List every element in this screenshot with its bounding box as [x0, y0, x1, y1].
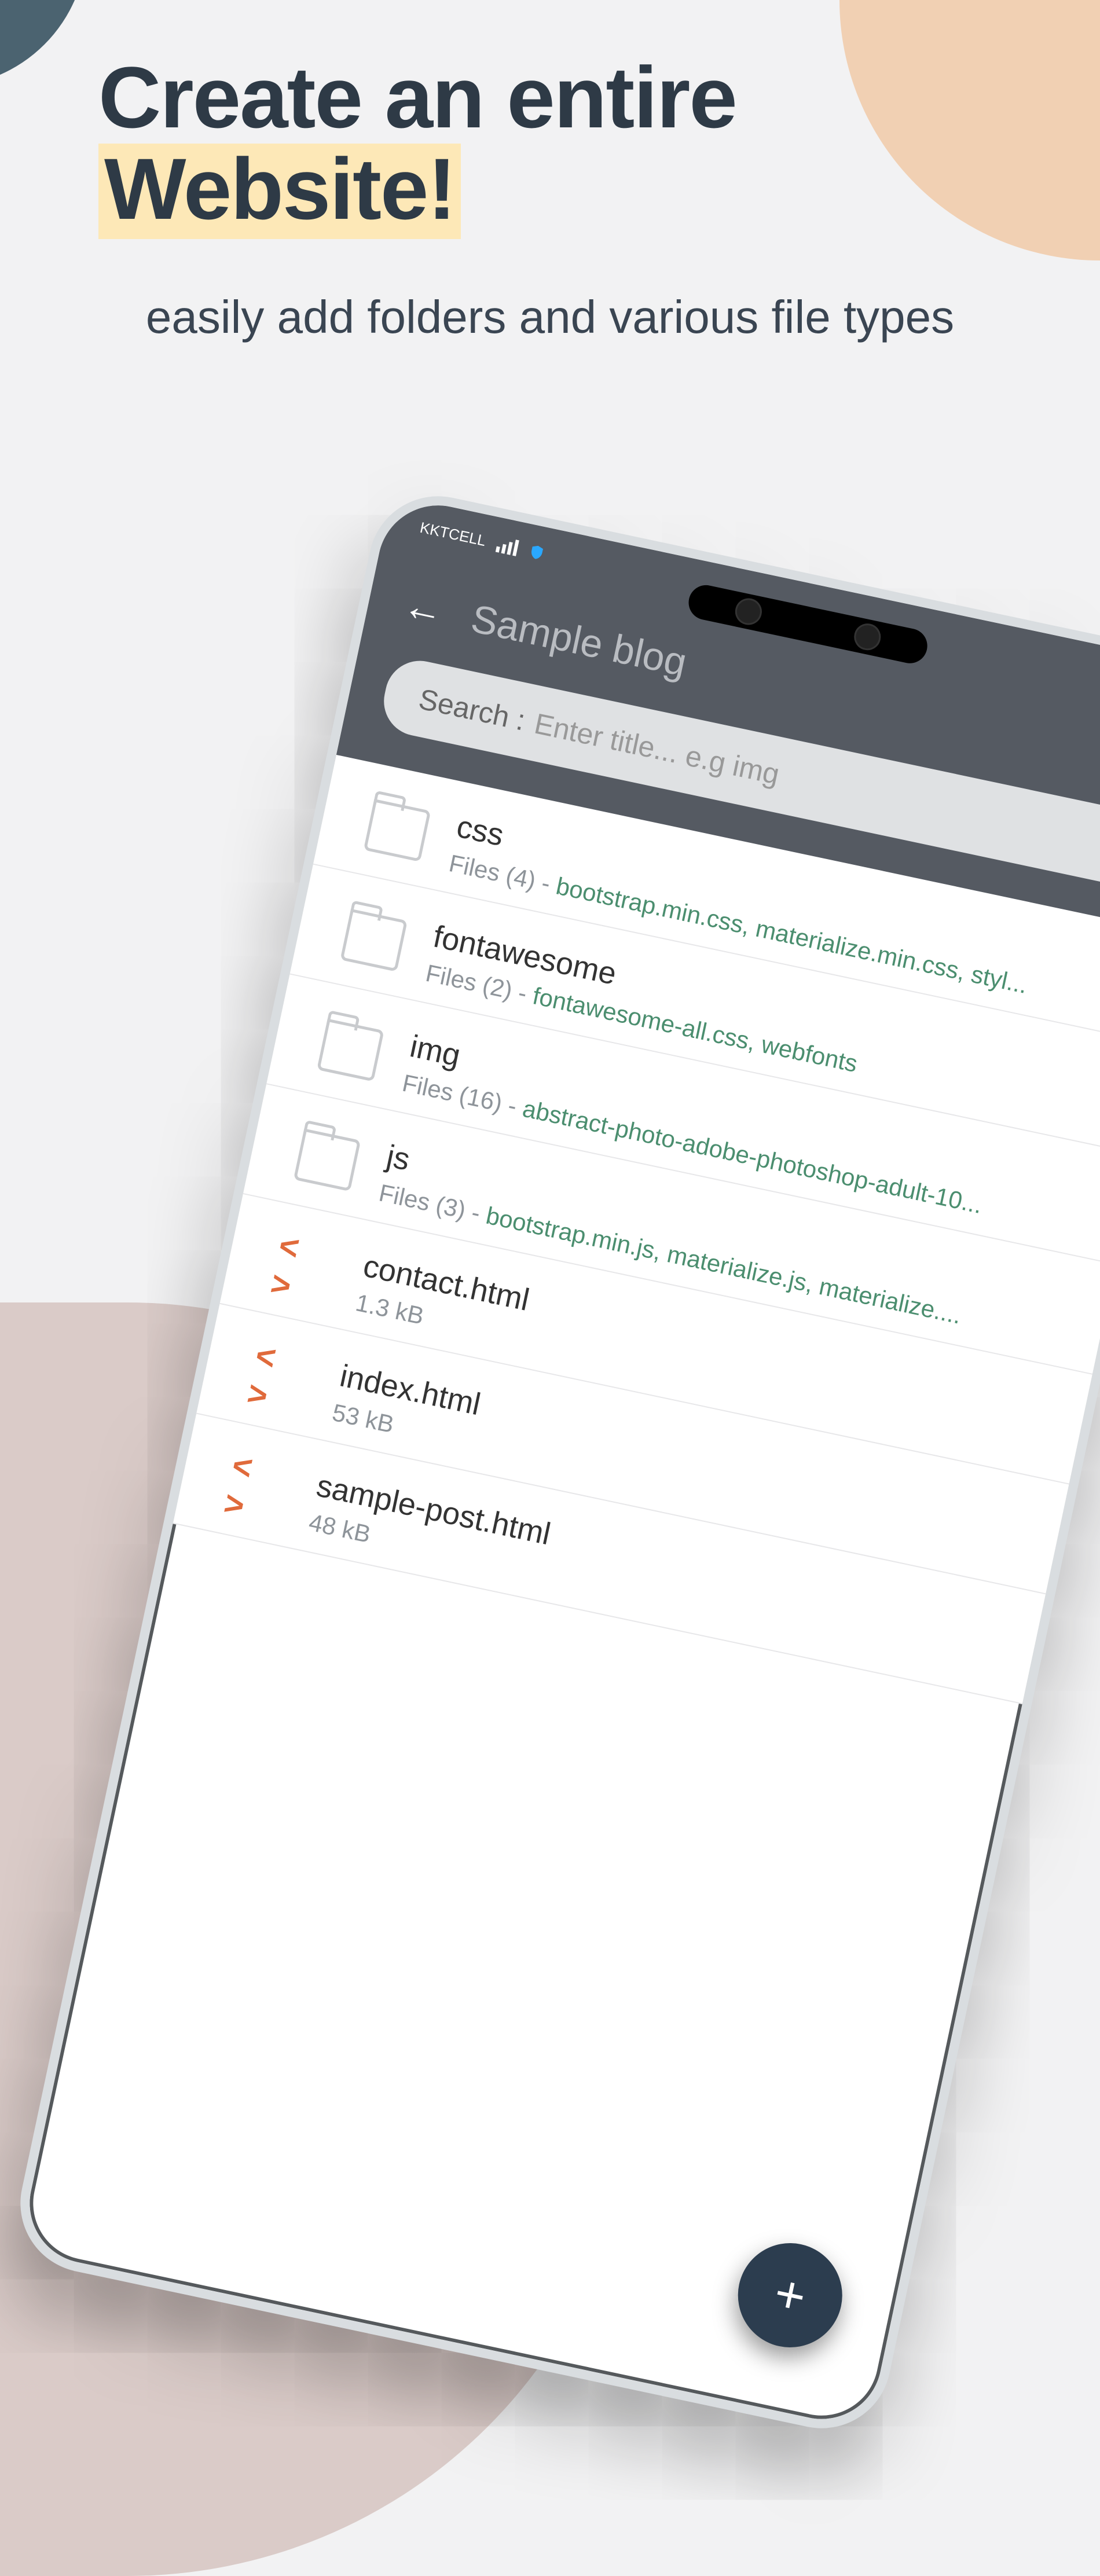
back-button[interactable]: ←	[399, 581, 448, 634]
search-label: Search :	[416, 682, 528, 737]
search-placeholder: Enter title... e.g img	[531, 707, 782, 791]
file-list: cssFiles (4) - bootstrap.min.css, materi…	[173, 755, 1100, 1704]
folder-icon	[317, 1019, 384, 1082]
app-title: Sample blog	[467, 596, 691, 685]
folder-icon	[294, 1128, 361, 1191]
shield-icon	[527, 542, 546, 562]
code-icon: < >	[244, 1335, 317, 1423]
headline-line1: Create an entire	[98, 49, 736, 146]
status-carrier: KKTCELL	[419, 519, 488, 550]
folder-icon	[364, 799, 431, 862]
signal-icon	[495, 535, 519, 556]
decor-blob-topleft	[0, 0, 87, 87]
statusbar: KKTCELL	[419, 519, 547, 563]
headline: Create an entire Website!	[98, 52, 1042, 239]
add-button[interactable]: +	[728, 2233, 852, 2357]
code-icon: < >	[221, 1445, 294, 1533]
add-icon: +	[769, 2263, 811, 2328]
folder-icon	[340, 909, 408, 972]
headline-line2: Website!	[98, 144, 461, 240]
code-icon: < >	[267, 1226, 340, 1314]
subhead: easily add folders and various file type…	[75, 289, 1025, 345]
